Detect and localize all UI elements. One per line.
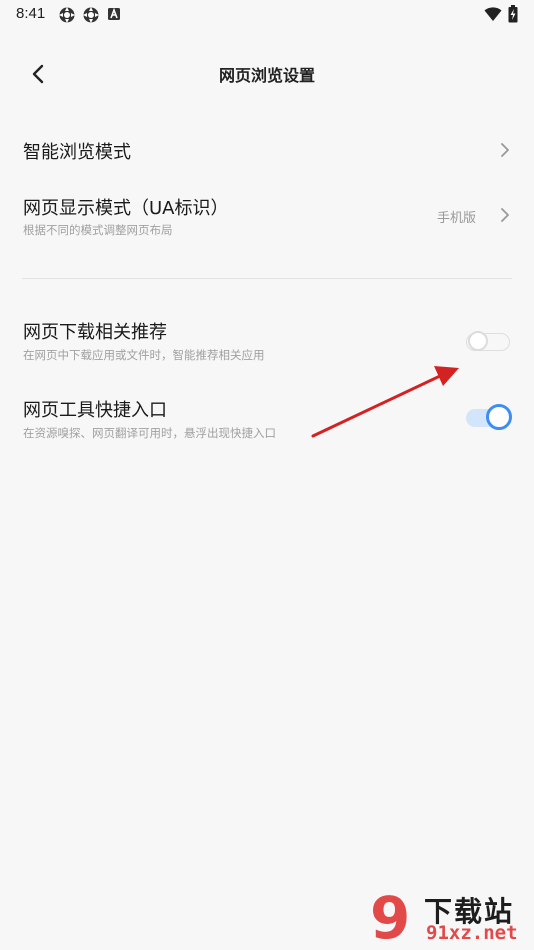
section-divider xyxy=(22,278,512,279)
tool-shortcut-toggle[interactable] xyxy=(466,404,512,430)
app-bar: 网页浏览设置 xyxy=(0,48,534,100)
letter-a-app-icon xyxy=(108,7,120,20)
display-mode-subtitle: 根据不同的模式调整网页布局 xyxy=(23,223,173,237)
status-bar: 8:41 xyxy=(0,0,534,30)
watermark: 9 下载站 91xz.net xyxy=(364,882,534,950)
watermark-logo-text: 9 xyxy=(370,886,410,948)
status-system-icons xyxy=(484,5,518,23)
display-mode-value: 手机版 xyxy=(436,211,476,226)
watermark-logo-icon: 9 xyxy=(370,886,410,948)
tool-shortcut-title: 网页工具快捷入口 xyxy=(23,400,167,421)
battery-charging-icon xyxy=(508,5,518,23)
status-notification-icons xyxy=(58,6,122,24)
settings-gear-icon xyxy=(83,7,99,23)
wifi-icon xyxy=(484,7,502,21)
status-time: 8:41 xyxy=(16,5,46,22)
tool-shortcut-subtitle: 在资源嗅探、网页翻译可用时，悬浮出现快捷入口 xyxy=(23,426,276,440)
download-recommend-toggle[interactable] xyxy=(466,328,512,354)
download-recommend-title: 网页下载相关推荐 xyxy=(23,322,167,343)
toggle-knob xyxy=(468,331,488,351)
settings-gear-icon xyxy=(59,7,75,23)
toggle-knob xyxy=(486,404,512,430)
smart-browse-title: 智能浏览模式 xyxy=(23,142,131,163)
display-mode-title: 网页显示模式（UA标识） xyxy=(23,198,229,219)
chevron-right-icon xyxy=(501,143,509,157)
smart-browse-row[interactable]: 智能浏览模式 xyxy=(0,124,534,176)
watermark-bottom-text: 91xz.net xyxy=(426,922,518,944)
display-mode-row[interactable]: 网页显示模式（UA标识） 根据不同的模式调整网页布局 手机版 xyxy=(0,188,534,250)
page-title: 网页浏览设置 xyxy=(218,66,315,85)
tool-shortcut-row: 网页工具快捷入口 在资源嗅探、网页翻译可用时，悬浮出现快捷入口 xyxy=(0,390,534,446)
chevron-right-icon xyxy=(501,208,509,222)
download-recommend-subtitle: 在网页中下载应用或文件时，智能推荐相关应用 xyxy=(23,348,265,362)
download-recommend-row: 网页下载相关推荐 在网页中下载应用或文件时，智能推荐相关应用 xyxy=(0,312,534,368)
